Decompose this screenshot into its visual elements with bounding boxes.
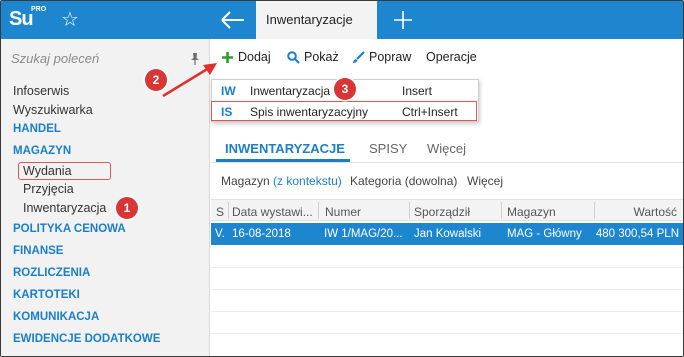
subtab-inwentaryzacje[interactable]: INWENTARYZACJE [225,141,345,156]
column-header-date[interactable]: Data wystawi... [232,205,313,219]
tab-label: Inwentaryzacje [266,12,353,27]
brush-icon [352,51,365,67]
row-divider [211,333,683,334]
callout-badge-1: 1 [116,197,138,219]
column-separator [594,202,595,219]
sidebar-section-polityka-cenowa[interactable]: POLITYKA CENOWA [13,223,126,235]
filter-magazyn-label: Magazyn [221,174,270,188]
menu-item-label: Spis inwentaryzacyjny [250,105,369,119]
menu-item-spis-inwentaryzacyjny[interactable]: IS Spis inwentaryzacyjny Ctrl+Insert [212,102,478,122]
sidebar-item-przyjecia[interactable]: Przyjęcia [23,182,74,196]
column-separator [318,202,319,219]
cell-value: 480 300,54 PLN [595,228,679,240]
operations-button-label: Operacje [426,50,477,64]
cell-warehouse: MAG - Główny [507,228,582,240]
subtabs: INWENTARYZACJE SPISY Więcej [211,135,683,163]
edit-button[interactable]: Popraw [352,50,411,67]
sidebar-section-magazyn[interactable]: MAGAZYN [13,145,71,157]
menu-item-code: IS [221,105,233,119]
table-row[interactable]: V. 16-08-2018 IW 1/MAG/20... Jan Kowalsk… [211,223,683,245]
edit-button-label: Popraw [369,50,412,64]
row-divider [211,267,683,268]
menu-item-shortcut: Insert [402,84,433,98]
tab-inwentaryzacje[interactable]: Inwentaryzacje [256,1,377,39]
app-logo[interactable]: Su PRO [9,6,47,34]
sidebar-section-ewidencje-dodatkowe[interactable]: EWIDENCJE DODATKOWE [13,333,160,345]
operations-button[interactable]: Operacje [426,50,477,64]
logo-badge: PRO [31,6,47,13]
column-header-status[interactable]: S [216,205,224,219]
subtab-more[interactable]: Więcej [427,141,466,156]
column-header-number[interactable]: Numer [325,205,361,219]
filter-magazyn[interactable]: Magazyn (z kontekstu) [221,174,342,188]
logo-text: Su [9,8,34,30]
top-bar: Su PRO ☆ Inwentaryzacje [1,1,683,39]
column-separator [409,202,410,219]
column-separator [228,202,229,219]
row-divider [211,289,683,290]
favorites-star-icon[interactable]: ☆ [57,8,83,32]
subtab-spisy[interactable]: SPISY [369,141,407,156]
sidebar-section-handel[interactable]: HANDEL [13,123,61,135]
subtab-divider [211,162,683,163]
column-separator [501,202,502,219]
show-button-label: Pokaż [304,50,339,64]
add-button-label: Dodaj [238,50,271,64]
sidebar-item-inwentaryzacja[interactable]: Inwentaryzacja [23,201,106,215]
app-window: Su PRO ☆ Inwentaryzacje Szukaj poleceń I… [0,0,684,357]
callout-badge-3: 3 [334,78,356,100]
menu-item-shortcut: Ctrl+Insert [402,105,458,119]
add-tab-plus-icon[interactable] [390,7,416,33]
callout-badge-2: 2 [145,69,167,91]
toolbar: Dodaj Pokaż Popraw Operacje [211,39,683,76]
row-divider [211,311,683,312]
grid-header: S Data wystawi... Numer Sporządził Magaz… [211,199,683,221]
highlight-box-inwentaryzacja [18,162,111,180]
filter-more[interactable]: Więcej [467,174,503,188]
sidebar-section-kartoteki[interactable]: KARTOTEKI [13,289,80,301]
sidebar-section-rozliczenia[interactable]: ROZLICZENIA [13,267,90,279]
cell-author: Jan Kowalski [414,228,482,240]
sidebar-section-komunikacja[interactable]: KOMUNIKACJA [13,311,99,323]
filter-kategoria[interactable]: Kategoria (dowolna) [350,174,457,188]
column-header-warehouse[interactable]: Magazyn [507,205,556,219]
column-header-value[interactable]: Wartość [633,205,677,219]
sidebar-section-finanse[interactable]: FINANSE [13,245,63,257]
cell-number: IW 1/MAG/20... [324,228,403,240]
filter-bar: Magazyn (z kontekstu) Kategoria (dowolna… [211,171,683,191]
menu-item-label: Inwentaryzacja [250,84,331,98]
sidebar-item-infoserwis[interactable]: Infoserwis [13,84,69,98]
cell-date: 16-08-2018 [232,228,291,240]
show-button[interactable]: Pokaż [287,50,339,67]
column-header-author[interactable]: Sporządził [414,205,470,219]
sidebar-item-wyszukiwarka[interactable]: Wyszukiwarka [13,103,93,117]
cell-status: V. [215,228,225,240]
back-arrow-icon[interactable] [219,7,247,33]
search-icon [287,51,300,67]
filter-magazyn-value: (z kontekstu) [273,174,342,188]
